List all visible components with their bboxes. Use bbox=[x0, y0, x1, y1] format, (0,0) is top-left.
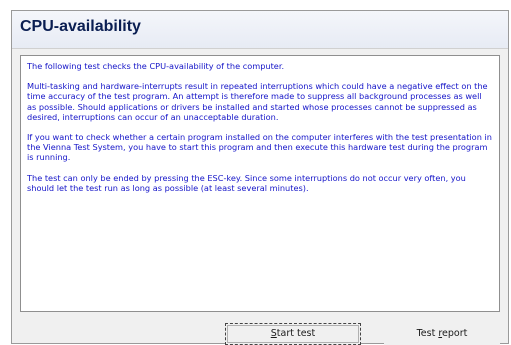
description-paragraph-3: If you want to check whether a certain p… bbox=[27, 132, 492, 163]
test-report-label-pre: Test bbox=[416, 328, 439, 339]
test-report-label-rest: eport bbox=[442, 328, 468, 339]
cpu-availability-window: CPU-availability The following test chec… bbox=[11, 10, 509, 345]
description-paragraph-2: Multi-tasking and hardware-interrupts re… bbox=[27, 81, 488, 122]
test-report-button[interactable]: Test report bbox=[384, 323, 500, 345]
window-header: CPU-availability bbox=[12, 11, 508, 49]
start-test-button[interactable]: Start test bbox=[225, 323, 361, 345]
description-text-area[interactable]: The following test checks the CPU-availa… bbox=[20, 55, 500, 312]
description-paragraph-4: The test can only be ended by pressing t… bbox=[27, 172, 466, 193]
button-bar: Start test Test report bbox=[12, 319, 508, 345]
window-title: CPU-availability bbox=[20, 18, 141, 35]
start-test-label: tart test bbox=[276, 328, 316, 339]
description-paragraph-1: The following test checks the CPU-availa… bbox=[27, 61, 285, 71]
